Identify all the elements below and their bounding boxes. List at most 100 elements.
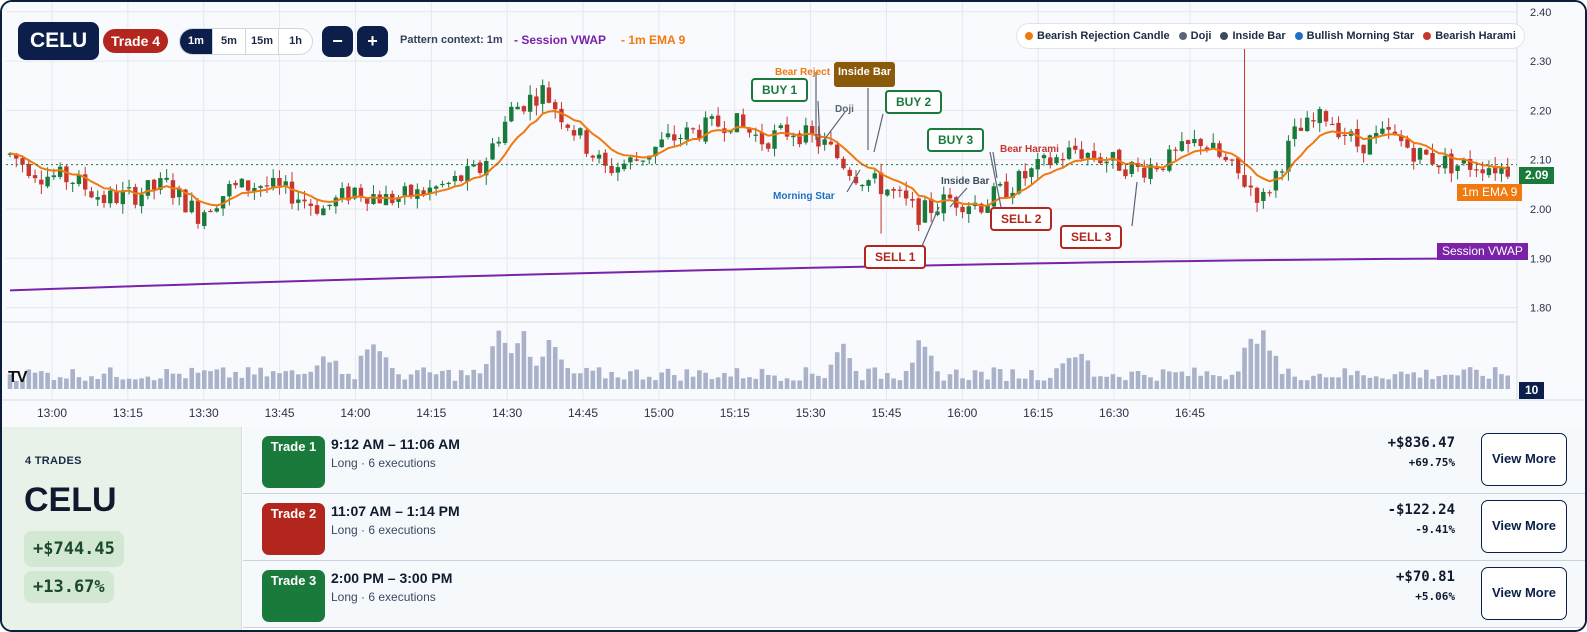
trade-row[interactable]: Trade 3 2:00 PM – 3:00 PM Long · 6 execu… xyxy=(243,561,1585,628)
candle-body xyxy=(1073,145,1078,150)
timeframe-1m-button[interactable]: 1m xyxy=(180,29,213,54)
volume-bar xyxy=(327,362,332,389)
zoom-in-button[interactable]: + xyxy=(357,26,388,57)
volume-bar xyxy=(596,367,602,389)
timeframe-1h-button[interactable]: 1h xyxy=(279,29,312,54)
candle-body xyxy=(1016,171,1022,194)
volume-bar xyxy=(339,374,345,389)
volume-bar xyxy=(784,378,790,389)
timeframe-5m-button[interactable]: 5m xyxy=(213,29,246,54)
sell-1-marker[interactable]: SELL 1 xyxy=(864,245,927,269)
candle-body xyxy=(903,190,909,199)
candle-body xyxy=(860,184,865,187)
candle-body xyxy=(515,106,520,110)
volume-bar xyxy=(377,351,383,389)
candle-body xyxy=(1411,148,1416,162)
candle-body xyxy=(358,187,364,197)
candle-body xyxy=(1004,181,1009,198)
morning-star-label: Morning Star xyxy=(773,191,835,202)
candle-body xyxy=(546,87,552,103)
buy-3-marker[interactable]: BUY 3 xyxy=(927,128,985,152)
legend-label: Bullish Morning Star xyxy=(1306,30,1415,42)
volume-bar xyxy=(552,347,558,389)
volume-bar xyxy=(389,368,395,389)
volume-bar xyxy=(747,377,752,389)
candle-body xyxy=(1142,167,1147,178)
trade-row[interactable]: Trade 2 11:07 AM – 1:14 PM Long · 6 exec… xyxy=(243,494,1585,561)
volume-bar xyxy=(1261,330,1266,389)
x-tick-label: 14:45 xyxy=(568,406,598,420)
volume-bar xyxy=(709,379,715,389)
trade-details: Long · 6 executions xyxy=(331,456,436,470)
candle-body xyxy=(26,163,31,176)
candle-body xyxy=(101,194,107,204)
volume-bar xyxy=(107,367,113,389)
volume-bar xyxy=(1355,370,1360,389)
buy-2-marker[interactable]: BUY 2 xyxy=(885,90,943,114)
view-more-button[interactable]: View More xyxy=(1481,567,1567,620)
zoom-out-button[interactable]: − xyxy=(322,26,353,57)
view-more-button[interactable]: View More xyxy=(1481,500,1567,553)
candle-body xyxy=(1198,138,1203,147)
candle-body xyxy=(634,159,639,161)
sell-2-marker[interactable]: SELL 2 xyxy=(990,207,1053,231)
legend-label: Doji xyxy=(1190,30,1212,42)
volume-bar xyxy=(1386,379,1391,389)
candle-body xyxy=(1085,152,1091,158)
pattern-context-label: Pattern context: 1m xyxy=(400,34,503,46)
volume-bar xyxy=(183,378,188,389)
candle-body xyxy=(289,181,295,204)
trade-row[interactable]: Trade 1 9:12 AM – 11:06 AM Long · 6 exec… xyxy=(243,427,1585,494)
volume-bar xyxy=(1141,374,1147,389)
volume-bar xyxy=(26,369,32,389)
volume-bar xyxy=(126,378,132,389)
x-tick-label: 14:00 xyxy=(340,406,370,420)
volume-bar xyxy=(1054,368,1059,389)
volume-bar xyxy=(170,373,176,389)
volume-bar xyxy=(471,369,477,389)
candle-body xyxy=(872,173,877,179)
volume-bar xyxy=(76,377,82,389)
volume-bar xyxy=(302,373,307,389)
volume-bar xyxy=(1010,369,1015,389)
timeframe-15m-button[interactable]: 15m xyxy=(246,29,279,54)
x-tick-label: 14:15 xyxy=(416,406,446,420)
trade-details: Long · 6 executions xyxy=(331,590,436,604)
volume-bar xyxy=(809,373,815,389)
buy-1-marker[interactable]: BUY 1 xyxy=(751,78,809,102)
x-tick-label: 16:30 xyxy=(1099,406,1129,420)
candle-body xyxy=(997,183,1003,186)
y-tick-label: 2.10 xyxy=(1530,155,1551,167)
candle-body xyxy=(1248,185,1253,188)
volume-bar xyxy=(878,378,884,389)
candle-body xyxy=(960,206,965,213)
price-chart[interactable]: 2.40 2.30 2.20 2.10 2.00 1.90 1.80 13:00 13:15 13… xyxy=(2,2,1585,427)
volume-bar xyxy=(910,362,915,389)
sell-3-marker[interactable]: SELL 3 xyxy=(1060,225,1123,249)
view-more-button[interactable]: View More xyxy=(1481,433,1567,486)
volume-bar xyxy=(1505,375,1511,389)
legend-inside-bar: Inside Bar xyxy=(1220,30,1286,42)
candle-body xyxy=(1160,168,1166,170)
volume-bar xyxy=(1135,371,1141,389)
legend-label: Bearish Harami xyxy=(1435,30,1516,42)
volume-bar xyxy=(515,343,520,389)
volume-bar xyxy=(559,359,564,389)
chart-canvas[interactable]: 2.40 2.30 2.20 2.10 2.00 1.90 1.80 13:00 13:15 13… xyxy=(2,2,1585,427)
candle-body xyxy=(684,127,689,140)
candle-body xyxy=(665,133,671,138)
trade-pnl: +$70.81 xyxy=(1395,569,1455,585)
volume-bar xyxy=(991,367,997,389)
candle-body xyxy=(1486,168,1492,176)
candle-body xyxy=(490,143,495,160)
volume-bar xyxy=(1047,377,1053,389)
volume-bar xyxy=(440,370,445,389)
volume-bar xyxy=(1160,369,1166,389)
volume-bar xyxy=(972,370,978,389)
volume-bar xyxy=(415,370,420,389)
candle-body xyxy=(741,114,746,127)
candle-body xyxy=(477,162,483,174)
candle-body xyxy=(1060,158,1065,161)
volume-bar xyxy=(1423,369,1429,389)
candle-body xyxy=(640,160,646,162)
